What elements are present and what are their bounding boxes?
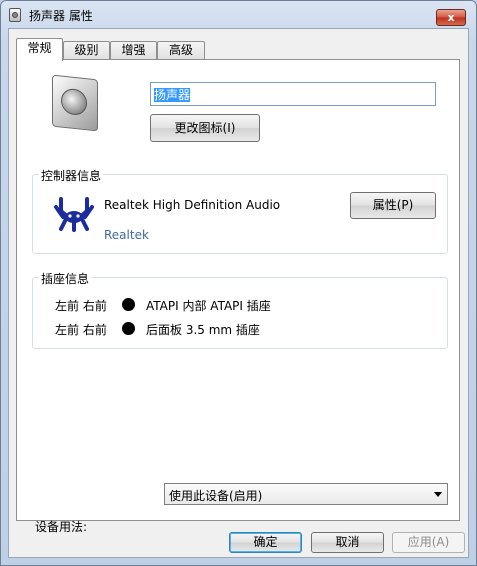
speaker-app-icon	[9, 8, 21, 22]
tab-levels[interactable]: 级别	[63, 41, 110, 60]
jack-position: 左前 右前	[55, 299, 107, 313]
device-usage-select[interactable]: 使用此设备(启用)	[164, 483, 448, 505]
speaker-cone-icon	[61, 87, 87, 117]
controller-name: Realtek High Definition Audio	[104, 198, 281, 212]
controller-properties-button[interactable]: 属性(P)	[350, 192, 436, 219]
tab-advanced[interactable]: 高级	[157, 41, 205, 60]
chevron-down-icon	[434, 492, 442, 497]
device-name-input[interactable]: 扬声器	[150, 82, 436, 106]
title-bar[interactable]: 扬声器 属性 x	[1, 1, 476, 29]
jack-position: 左前 右前	[55, 323, 107, 337]
apply-button[interactable]: 应用(A)	[392, 532, 465, 553]
dialog-client-area: 常规 级别 增强 高级 扬声器 更改图标(I) 控制器信息 Realtek Hi…	[8, 28, 469, 558]
jack-description: 后面板 3.5 mm 插座	[146, 323, 260, 337]
properties-window: 扬声器 属性 x 常规 级别 增强 高级 扬声器 更改图标(I) 控制器信息 R…	[0, 0, 477, 566]
tab-enhancements[interactable]: 增强	[110, 41, 157, 60]
device-usage-value: 使用此设备(启用)	[169, 489, 263, 503]
jack-color-indicator	[122, 322, 135, 335]
change-icon-button[interactable]: 更改图标(I)	[150, 114, 260, 142]
speaker-device-icon	[52, 74, 98, 132]
device-usage-label: 设备用法:	[35, 520, 88, 534]
controller-group-label: 控制器信息	[39, 167, 104, 184]
close-button[interactable]: x	[436, 9, 466, 26]
jack-description: ATAPI 内部 ATAPI 插座	[146, 299, 271, 313]
jack-info-group: 插座信息 左前 右前 ATAPI 内部 ATAPI 插座 左前 右前 后面板 3…	[32, 270, 448, 349]
cancel-button[interactable]: 取消	[311, 532, 384, 553]
general-tab-panel: 扬声器 更改图标(I) 控制器信息 Realtek High Definitio…	[16, 59, 460, 534]
device-name-value: 扬声器	[154, 88, 191, 102]
realtek-crab-icon	[54, 197, 94, 232]
jack-group-label: 插座信息	[39, 270, 92, 287]
window-title: 扬声器 属性	[29, 9, 93, 23]
jack-color-indicator	[122, 298, 135, 311]
controller-vendor: Realtek	[104, 228, 149, 242]
tab-general[interactable]: 常规	[16, 38, 63, 61]
controller-info-group: 控制器信息 Realtek High Definition Audio Real…	[32, 167, 448, 254]
ok-button[interactable]: 确定	[229, 532, 302, 553]
